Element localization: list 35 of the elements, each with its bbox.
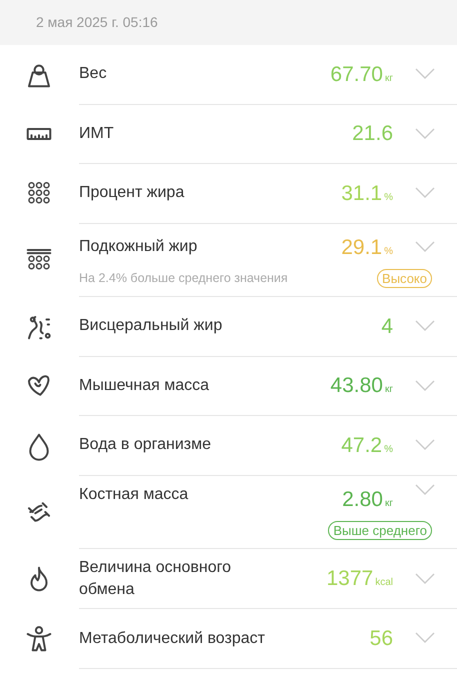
status-badge: Высоко [377, 269, 432, 288]
status-badge: Выше среднего [328, 521, 432, 540]
metric-value: 4 [381, 314, 393, 340]
metric-value: 21.6 [352, 121, 393, 147]
chevron-icon[interactable] [415, 187, 435, 200]
metric-label: Подкожный жир [79, 237, 198, 258]
metric-value: 47.2% [341, 432, 393, 458]
metric-label: Вес [79, 64, 107, 84]
metric-value: 1377 kcal [326, 566, 393, 592]
chevron-icon[interactable] [415, 484, 435, 496]
metric-label: ИМТ [79, 124, 114, 144]
metric-value: 31.1% [341, 180, 393, 206]
metric-label: Процент жира [79, 183, 184, 204]
metric-label: Метаболический возраст [79, 628, 265, 649]
metric-value: 56 [370, 626, 393, 652]
date-text: 2 мая 2025 г. 05:16 [36, 13, 158, 32]
chevron-icon[interactable] [415, 241, 435, 254]
metric-label: Висцеральный жир [79, 316, 222, 336]
chevron-icon[interactable] [415, 572, 435, 585]
chevron-icon[interactable] [415, 439, 435, 452]
metric-note: На 2.4% больше среднего значения [79, 270, 289, 288]
person-icon [24, 624, 54, 654]
chevron-icon[interactable] [415, 632, 435, 644]
metric-label: Вода в организме [79, 435, 212, 456]
chevron-icon[interactable] [415, 68, 435, 80]
metric-value: 2.80 кг [342, 486, 393, 512]
metric-label: Костная масса [79, 484, 188, 504]
metric-label: Величина основного обмена [79, 558, 232, 600]
metric-value: 43.80 кг [330, 373, 393, 399]
metric-value: 67.70 кг [330, 62, 393, 88]
chevron-icon[interactable] [415, 128, 435, 140]
metric-label: Мышечная масса [79, 376, 210, 396]
chevron-icon[interactable] [415, 380, 435, 392]
metric-value: 29.1% [341, 234, 393, 260]
chevron-icon[interactable] [415, 320, 435, 332]
